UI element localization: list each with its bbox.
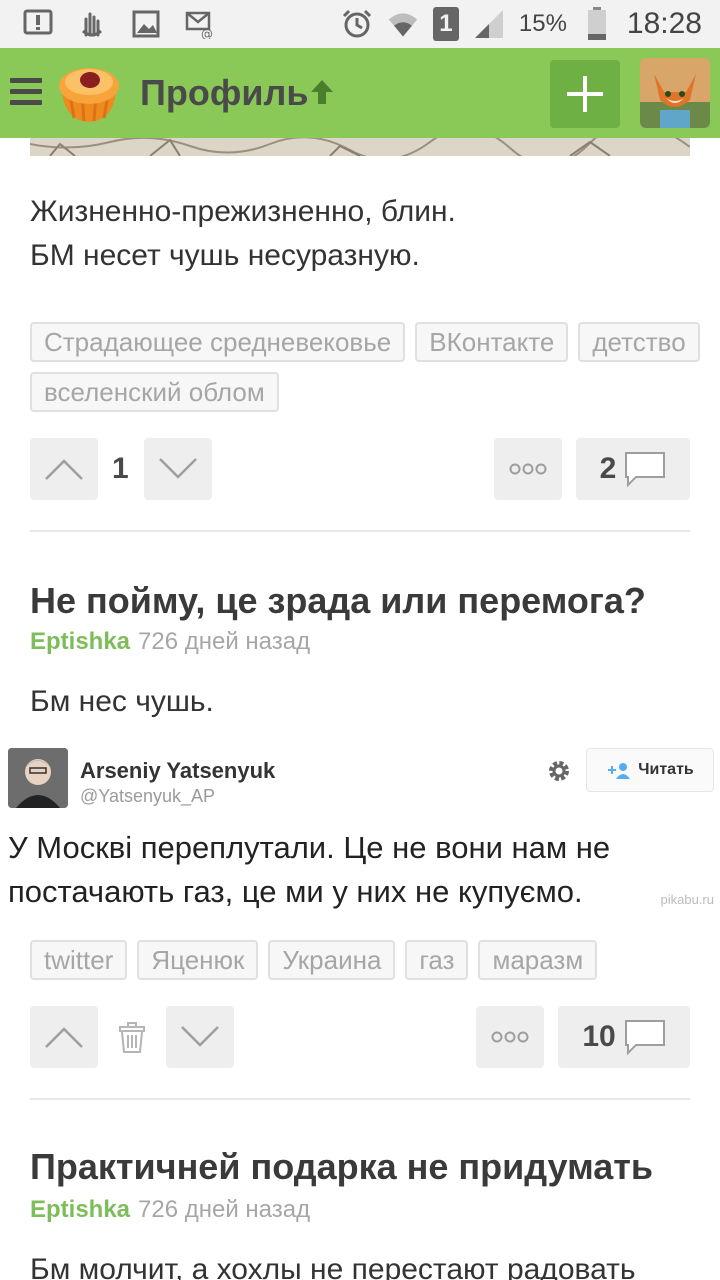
chevron-up-icon xyxy=(45,459,83,480)
tweet-author-handle: @Yatsenyuk_AP xyxy=(80,786,216,806)
comments-count: 2 xyxy=(599,452,617,485)
user-avatar[interactable] xyxy=(640,58,710,128)
post-text: Бм нес чушь. xyxy=(30,685,214,718)
sim-icon: 1 xyxy=(432,7,459,41)
page-title: Профиль xyxy=(140,72,309,113)
chevron-up-icon xyxy=(45,1027,83,1048)
email-notification-icon: @ xyxy=(184,8,216,40)
clock: 18:28 xyxy=(626,7,702,40)
chevron-down-icon xyxy=(159,458,197,479)
rating-count: 1 xyxy=(112,452,129,485)
signal-icon xyxy=(473,8,505,40)
menu-icon[interactable] xyxy=(10,78,42,106)
tweet-text: У Москві переплутали. Це не вони нам не … xyxy=(8,830,611,909)
alert-notification-icon xyxy=(22,8,54,40)
more-options-button[interactable] xyxy=(494,438,562,500)
comment-icon xyxy=(624,1020,665,1055)
tag[interactable]: Страдающее средневековье xyxy=(30,322,406,362)
trash-icon[interactable] xyxy=(116,1022,148,1059)
alarm-icon xyxy=(341,8,373,40)
tag[interactable]: Украина xyxy=(268,940,396,980)
post-text: Жизненно-прежизненно, блин. БМ несет чуш… xyxy=(30,190,456,278)
post-tags: twitter Яценюк Украина газ маразм xyxy=(30,940,700,980)
post-author[interactable]: Eptishka xyxy=(30,1196,130,1223)
comment-icon xyxy=(625,452,666,487)
gear-icon xyxy=(546,758,572,789)
post-time: 726 дней назад xyxy=(138,628,311,655)
downvote-button[interactable] xyxy=(144,438,212,500)
tweet-follow-button: Читать xyxy=(586,748,714,792)
post-text: Бм молчит, а хохлы не перестают радовать xyxy=(30,1253,636,1280)
tag[interactable]: газ xyxy=(405,940,469,980)
post-tags: Страдающее средневековье ВКонтакте детст… xyxy=(30,322,700,412)
status-bar: @ 1 15% 18:28 xyxy=(0,0,720,48)
upvote-button[interactable] xyxy=(30,438,98,500)
chevron-down-icon xyxy=(181,1026,219,1047)
image-notification-icon xyxy=(130,8,162,40)
tweet-author-name: Arseniy Yatsenyuk xyxy=(80,758,276,783)
plus-icon xyxy=(567,76,603,112)
svg-text:@: @ xyxy=(201,27,213,39)
comments-count: 10 xyxy=(582,1020,616,1053)
battery-icon xyxy=(581,7,613,40)
post-text-line: БМ несет чушь несуразную. xyxy=(30,239,420,272)
tag[interactable]: Яценюк xyxy=(137,940,259,980)
post-divider xyxy=(30,530,690,532)
tag[interactable]: twitter xyxy=(30,940,128,980)
arrow-up-icon[interactable] xyxy=(306,76,338,113)
battery-percent: 15% xyxy=(518,10,567,37)
comments-button[interactable]: 2 xyxy=(576,438,690,500)
downvote-button[interactable] xyxy=(166,1006,234,1068)
tweet-follow-label: Читать xyxy=(638,761,694,778)
comments-button[interactable]: 10 xyxy=(558,1006,690,1068)
more-dots-icon xyxy=(491,1031,529,1043)
post-title[interactable]: Не пойму, це зрада или перемога? xyxy=(30,580,646,622)
tweet-avatar xyxy=(8,748,68,808)
more-options-button[interactable] xyxy=(476,1006,544,1068)
pikabu-logo[interactable] xyxy=(54,62,124,124)
more-dots-icon xyxy=(509,463,547,475)
tag[interactable]: вселенский облом xyxy=(30,372,279,412)
post-author[interactable]: Eptishka xyxy=(30,628,130,655)
post-divider xyxy=(30,1098,690,1100)
sim-number: 1 xyxy=(439,10,453,37)
hand-notification-icon xyxy=(76,8,108,40)
watermark: pikabu.ru xyxy=(660,892,714,907)
post-text-line: Жизненно-прежизненно, блин. xyxy=(30,195,456,228)
post-time: 726 дней назад xyxy=(138,1196,311,1223)
tag[interactable]: ВКонтакте xyxy=(415,322,569,362)
upvote-button[interactable] xyxy=(30,1006,98,1068)
post-meta: Eptishka 726 дней назад xyxy=(30,1196,310,1224)
tag[interactable]: маразм xyxy=(478,940,598,980)
post-image-fragment xyxy=(30,138,690,156)
app-bar: Профиль xyxy=(0,48,720,138)
add-user-icon xyxy=(608,763,631,779)
post-title[interactable]: Практичней подарка не придумать xyxy=(30,1146,653,1188)
wifi-icon xyxy=(387,8,419,40)
tweet-screenshot[interactable]: Arseniy Yatsenyuk @Yatsenyuk_AP Читать У… xyxy=(0,740,720,920)
tag[interactable]: детство xyxy=(578,322,700,362)
add-post-button[interactable] xyxy=(550,60,620,128)
post-meta: Eptishka 726 дней назад xyxy=(30,628,310,656)
